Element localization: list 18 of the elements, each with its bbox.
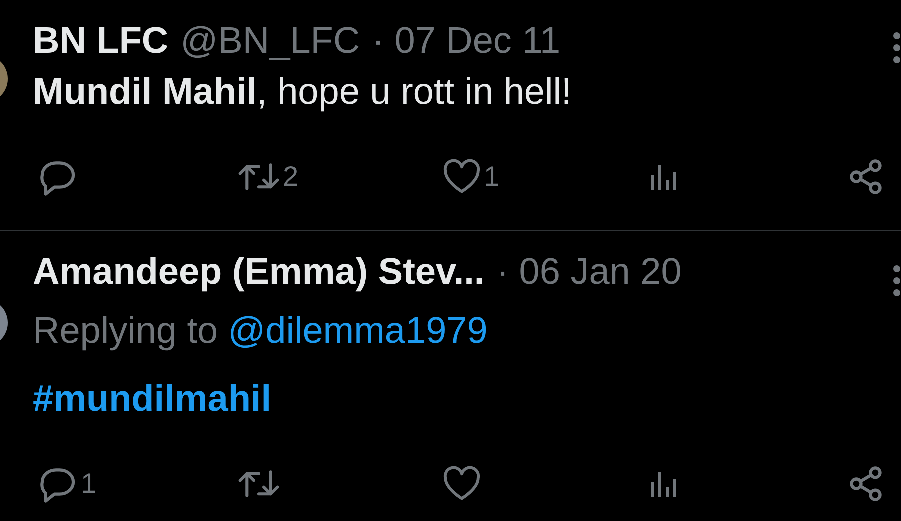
retweet-count: 2 xyxy=(283,160,299,194)
like-count: 1 xyxy=(484,160,500,194)
author-name[interactable]: Amandeep (Emma) Stev... xyxy=(33,249,485,295)
replying-label: Replying to xyxy=(33,309,218,353)
reply-count: 1 xyxy=(81,467,97,501)
more-options-icon[interactable] xyxy=(893,30,901,66)
heart-icon[interactable] xyxy=(442,159,482,195)
author-handle[interactable]: @BN_LFC xyxy=(180,18,360,64)
hashtag-link[interactable]: #mundilmahil xyxy=(33,375,272,423)
more-options-icon[interactable] xyxy=(893,263,901,299)
mention-link[interactable]: @dilemma1979 xyxy=(228,307,488,355)
post-text: Mundil Mahil, hope u rott in hell! xyxy=(33,70,572,114)
author-name[interactable]: BN LFC xyxy=(33,18,169,64)
share-nodes-icon[interactable] xyxy=(847,158,885,196)
post-date[interactable]: · 06 Jan 20 xyxy=(496,249,682,295)
heart-icon[interactable] xyxy=(442,466,482,502)
share-nodes-icon[interactable] xyxy=(847,465,885,503)
post-date[interactable]: · 07 Dec 11 xyxy=(372,18,561,64)
